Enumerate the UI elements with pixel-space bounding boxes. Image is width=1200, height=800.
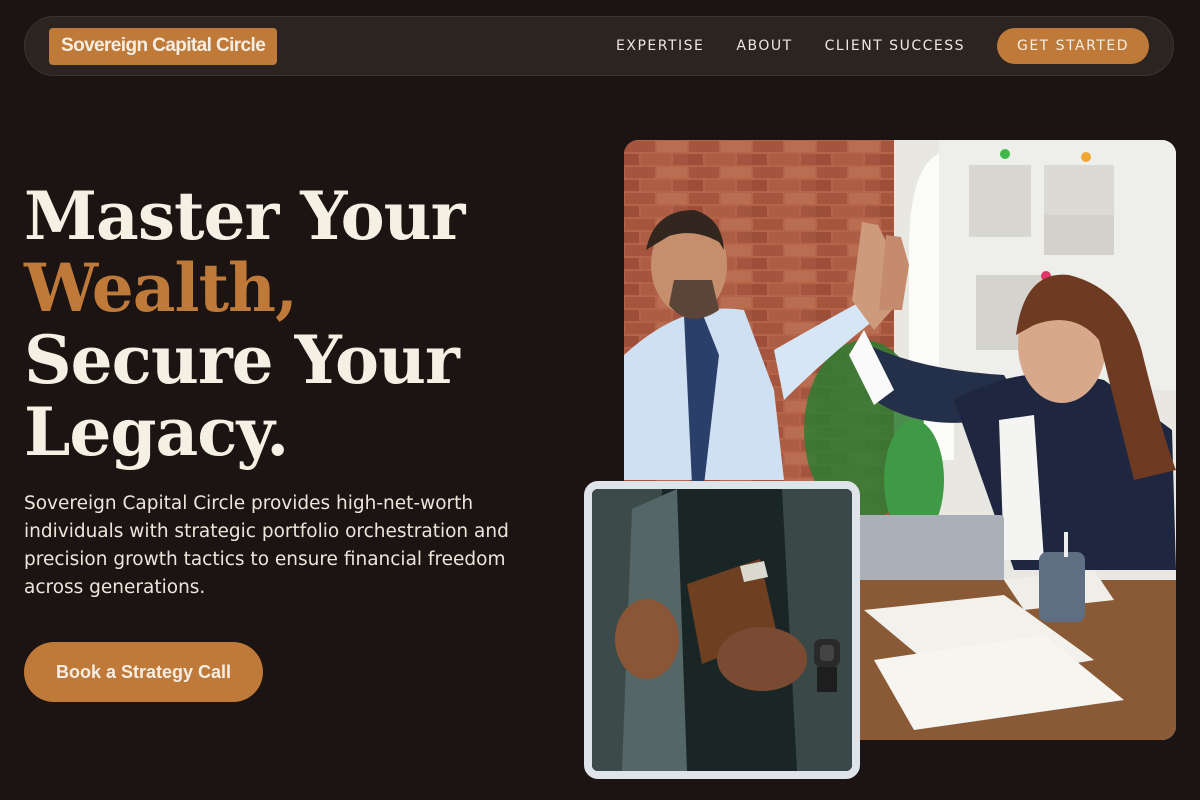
book-strategy-call-button[interactable]: Book a Strategy Call [24,642,263,702]
nav-links: EXPERTISE ABOUT CLIENT SUCCESS GET START… [584,28,1149,64]
brand-logo[interactable]: Sovereign Capital Circle [49,27,278,65]
hero-headline: Master Your Wealth, Secure Your Legacy. [24,177,465,471]
hero-description: Sovereign Capital Circle provides high-n… [24,493,509,598]
headline-accent-line: Wealth, [24,249,298,327]
top-navigation-bar: Sovereign Capital Circle EXPERTISE ABOUT… [24,16,1174,76]
headline-line-1: Master Your [24,177,465,255]
get-started-button[interactable]: GET STARTED [996,28,1149,64]
nav-link-expertise[interactable]: EXPERTISE [616,38,704,54]
inset-wallet-image [584,481,860,779]
headline-line-4: Legacy. [24,393,289,471]
nav-link-about[interactable]: ABOUT [736,38,792,54]
headline-line-3: Secure Your [24,321,460,399]
nav-link-client-success[interactable]: CLIENT SUCCESS [825,38,965,54]
